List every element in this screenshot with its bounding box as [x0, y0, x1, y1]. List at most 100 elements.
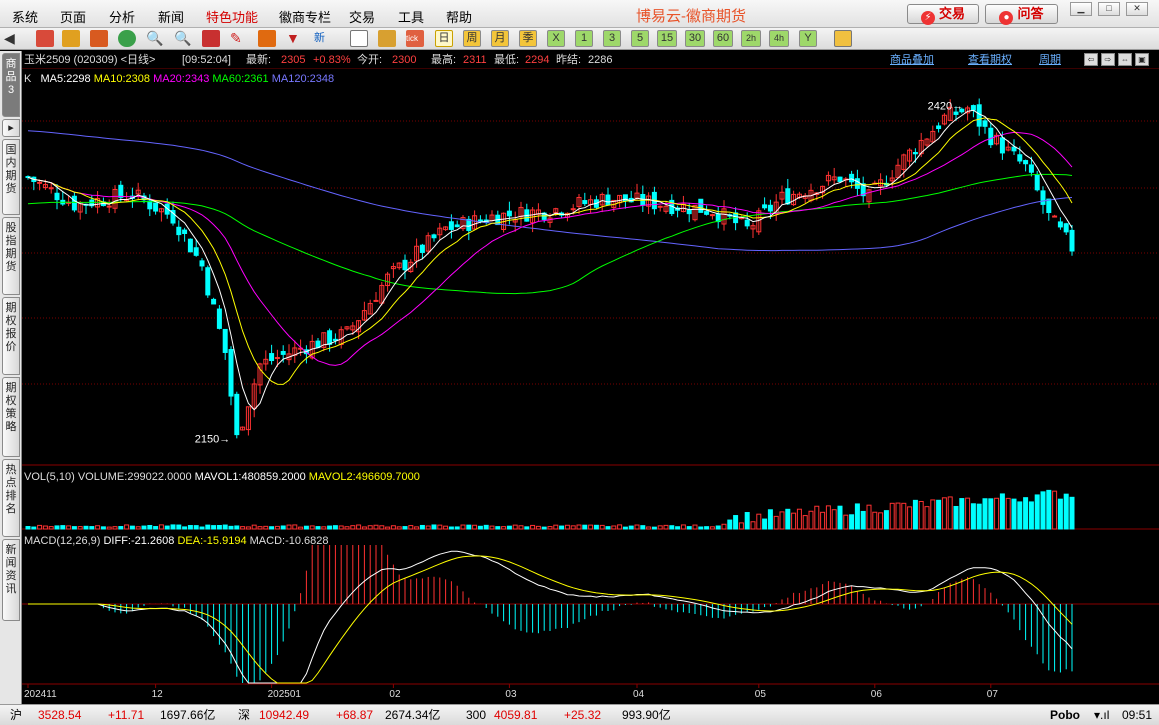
volume-bar — [825, 505, 831, 530]
app-window: 系统 页面 分析 新闻 特色功能 徽商专栏 交易 工具 帮助 博易云-徽商期货 … — [0, 0, 1159, 725]
volume-bar — [1023, 497, 1029, 530]
period-30min[interactable]: 30 — [685, 30, 705, 47]
volume-bar — [634, 524, 640, 530]
volume-bar — [1017, 501, 1023, 530]
volume-bar — [454, 526, 460, 530]
report-icon[interactable] — [90, 30, 108, 47]
sidebar-expand-icon[interactable]: ▸ — [2, 119, 20, 137]
menu-system[interactable]: 系统 — [12, 7, 38, 26]
volume-bar — [60, 525, 66, 530]
volume-bar — [692, 524, 698, 530]
volume-bar — [129, 525, 135, 530]
menu-trade[interactable]: 交易 — [349, 7, 375, 26]
pen-icon[interactable]: ✎ — [230, 30, 248, 47]
volume-bar — [472, 524, 478, 530]
close-button[interactable]: ✕ — [1126, 2, 1148, 16]
kline-chart[interactable]: 2420→ 2150→ 202411 12 202501 02 03 04 05 06 07 — [22, 51, 1159, 704]
candle-body — [582, 200, 588, 205]
volume-bar — [147, 524, 153, 530]
period-15min[interactable]: 15 — [657, 30, 677, 47]
candle-body — [176, 226, 182, 236]
period-60min[interactable]: 60 — [713, 30, 733, 47]
volume-bar — [1052, 490, 1058, 530]
candle-body — [118, 184, 124, 198]
chart-panel[interactable]: 玉米2509 (020309) <日线> [09:52:04] 最新: 2305… — [22, 51, 1159, 704]
x-tick-label: 12 — [152, 689, 164, 700]
chat-icon: ● — [999, 11, 1014, 25]
volume-bar — [141, 525, 147, 530]
volume-bar — [396, 526, 402, 530]
back-icon[interactable]: ◀ — [4, 30, 22, 47]
layout-icon[interactable] — [834, 30, 852, 47]
period-5min[interactable]: 5 — [631, 30, 649, 47]
cup-icon[interactable] — [258, 30, 276, 47]
sz-label: 深 — [238, 708, 251, 722]
volume-bar — [959, 498, 965, 530]
sidebar-tab-index-futures[interactable]: 股指期货 — [2, 217, 20, 295]
window-icon[interactable] — [202, 30, 220, 47]
sidebar-tab-hot-ranking[interactable]: 热点排名 — [2, 459, 20, 537]
volume-bar — [779, 511, 785, 530]
period-3min[interactable]: 3 — [603, 30, 621, 47]
filter-icon[interactable]: ▼ — [286, 30, 304, 47]
period-month[interactable]: 月 — [491, 30, 509, 47]
candle-body — [182, 229, 188, 234]
new-icon[interactable]: 新 — [314, 30, 332, 47]
menu-analysis[interactable]: 分析 — [109, 7, 135, 26]
sidebar-tab-domestic-futures[interactable]: 国内期货 — [2, 139, 20, 215]
menu-tools[interactable]: 工具 — [398, 7, 424, 26]
menu-page[interactable]: 页面 — [60, 7, 86, 26]
volume-bar — [559, 525, 565, 530]
volume-bar — [796, 508, 802, 530]
menu-features[interactable]: 特色功能 — [206, 7, 258, 26]
period-2h[interactable]: 2h — [741, 30, 761, 47]
candle-body — [785, 188, 791, 205]
zoom-out-icon[interactable]: 🔍 — [174, 30, 192, 47]
qa-button[interactable]: ● 问答 — [985, 4, 1058, 25]
volume-bar — [1046, 489, 1052, 530]
sidebar-tab-commodity[interactable]: 商品3 — [2, 53, 20, 117]
trade-button[interactable]: ⚡ 交易 — [907, 4, 979, 25]
volume-bar — [1057, 498, 1063, 530]
database-icon[interactable] — [62, 30, 80, 47]
period-1min[interactable]: 1 — [575, 30, 593, 47]
sidebar-tab-option-quotes[interactable]: 期权报价 — [2, 297, 20, 375]
zoom-in-icon[interactable]: 🔍 — [146, 30, 164, 47]
sidebar-tab-option-strategy[interactable]: 期权策略 — [2, 377, 20, 457]
volume-bar — [878, 512, 884, 530]
menu-hs-column[interactable]: 徽商专栏 — [279, 7, 331, 26]
candle-body — [402, 259, 408, 271]
candle-body — [1052, 215, 1058, 218]
menu-help[interactable]: 帮助 — [446, 7, 472, 26]
maximize-button[interactable]: □ — [1098, 2, 1120, 16]
tick-icon[interactable]: tick — [406, 30, 424, 47]
period-quarter[interactable]: 季 — [519, 30, 537, 47]
period-day[interactable]: 日 — [435, 30, 453, 47]
volume-bar — [553, 524, 559, 530]
volume-bar — [570, 525, 576, 530]
volume-bar — [738, 522, 744, 530]
sidebar-tab-news[interactable]: 新闻资讯 — [2, 539, 20, 621]
period-year[interactable]: Y — [799, 30, 817, 47]
minimize-button[interactable]: ▁ — [1070, 2, 1092, 16]
volume-bar — [245, 526, 251, 530]
table-icon[interactable] — [350, 30, 368, 47]
volume-bar — [930, 499, 936, 530]
menu-news[interactable]: 新闻 — [158, 7, 184, 26]
period-4h[interactable]: 4h — [769, 30, 789, 47]
volume-bar — [298, 526, 304, 530]
sidebar: 商品3 ▸ 国内期货 股指期货 期权报价 期权策略 热点排名 新闻资讯 — [0, 51, 22, 704]
volume-bar — [176, 524, 182, 530]
refresh-icon[interactable] — [118, 30, 136, 47]
period-week[interactable]: 周 — [463, 30, 481, 47]
volume-bar — [837, 505, 843, 530]
x-tick-label: 05 — [755, 689, 767, 700]
volume-bar — [1040, 491, 1046, 530]
period-x[interactable]: X — [547, 30, 565, 47]
volume-bar — [466, 524, 472, 530]
candle-body — [1028, 164, 1034, 173]
candle-body — [698, 198, 704, 213]
home-icon[interactable] — [36, 30, 54, 47]
chart-icon[interactable] — [378, 30, 396, 47]
volume-bar — [976, 503, 982, 530]
